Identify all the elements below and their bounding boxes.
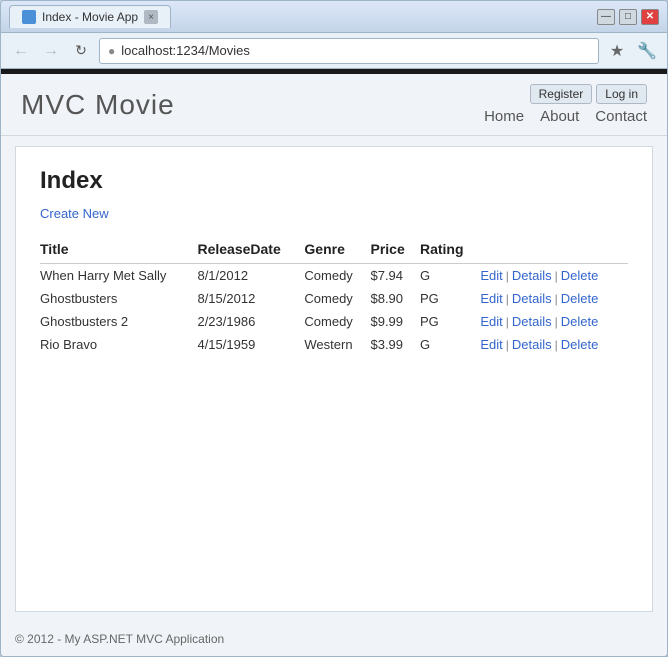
cell-title: When Harry Met Sally <box>40 264 197 288</box>
app-nav-right: Register Log in Home About Contact <box>484 84 647 125</box>
nav-links: Home About Contact <box>484 108 647 125</box>
auth-links: Register Log in <box>530 84 647 104</box>
forward-button[interactable]: → <box>39 39 63 63</box>
cell-release-date: 8/15/2012 <box>197 287 304 310</box>
cell-title: Rio Bravo <box>40 333 197 356</box>
table-row: Ghostbusters 2 2/23/1986 Comedy $9.99 PG… <box>40 310 628 333</box>
cell-price: $9.99 <box>370 310 419 333</box>
col-release-date: ReleaseDate <box>197 237 304 264</box>
window-controls: — □ ✕ <box>597 9 659 25</box>
title-bar-left: Index - Movie App × <box>9 5 171 28</box>
create-new-link[interactable]: Create New <box>40 206 109 221</box>
table-row: Ghostbusters 8/15/2012 Comedy $8.90 PG E… <box>40 287 628 310</box>
cell-release-date: 4/15/1959 <box>197 333 304 356</box>
sep-2: | <box>555 269 558 283</box>
edit-link[interactable]: Edit <box>480 268 502 283</box>
title-bar: Index - Movie App × — □ ✕ <box>1 1 667 33</box>
sep-1: | <box>506 338 509 352</box>
cell-release-date: 8/1/2012 <box>197 264 304 288</box>
cell-genre: Western <box>304 333 370 356</box>
cell-title: Ghostbusters 2 <box>40 310 197 333</box>
delete-link[interactable]: Delete <box>561 291 599 306</box>
col-title: Title <box>40 237 197 264</box>
login-button[interactable]: Log in <box>596 84 647 104</box>
cell-genre: Comedy <box>304 310 370 333</box>
col-price: Price <box>370 237 419 264</box>
url-text: localhost:1234/Movies <box>121 43 250 58</box>
browser-tab[interactable]: Index - Movie App × <box>9 5 171 28</box>
edit-link[interactable]: Edit <box>480 291 502 306</box>
footer: © 2012 - My ASP.NET MVC Application <box>1 622 667 656</box>
edit-link[interactable]: Edit <box>480 314 502 329</box>
tab-favicon <box>22 10 36 24</box>
maximize-button[interactable]: □ <box>619 9 637 25</box>
cell-price: $3.99 <box>370 333 419 356</box>
cell-price: $7.94 <box>370 264 419 288</box>
page-content: MVC Movie Register Log in Home About Con… <box>1 69 667 656</box>
table-header-row: Title ReleaseDate Genre Price Rating <box>40 237 628 264</box>
cell-genre: Comedy <box>304 264 370 288</box>
address-bar: ← → ↻ ● localhost:1234/Movies ★ 🔧 <box>1 33 667 69</box>
cell-actions: Edit | Details | Delete <box>480 310 628 333</box>
details-link[interactable]: Details <box>512 268 552 283</box>
delete-link[interactable]: Delete <box>561 268 599 283</box>
col-genre: Genre <box>304 237 370 264</box>
edit-link[interactable]: Edit <box>480 337 502 352</box>
page-title: Index <box>40 167 628 195</box>
delete-link[interactable]: Delete <box>561 337 599 352</box>
sep-1: | <box>506 269 509 283</box>
register-button[interactable]: Register <box>530 84 593 104</box>
tab-title: Index - Movie App <box>42 10 138 24</box>
nav-contact[interactable]: Contact <box>595 108 647 125</box>
cell-genre: Comedy <box>304 287 370 310</box>
delete-link[interactable]: Delete <box>561 314 599 329</box>
bookmark-button[interactable]: ★ <box>605 39 629 63</box>
details-link[interactable]: Details <box>512 291 552 306</box>
sep-2: | <box>555 338 558 352</box>
sep-2: | <box>555 292 558 306</box>
back-button[interactable]: ← <box>9 39 33 63</box>
col-actions <box>480 237 628 264</box>
footer-text: © 2012 - My ASP.NET MVC Application <box>15 632 224 646</box>
table-row: When Harry Met Sally 8/1/2012 Comedy $7.… <box>40 264 628 288</box>
nav-home[interactable]: Home <box>484 108 524 125</box>
url-security-icon: ● <box>108 44 115 58</box>
tab-close-button[interactable]: × <box>144 10 158 24</box>
cell-rating: G <box>420 333 480 356</box>
cell-actions: Edit | Details | Delete <box>480 287 628 310</box>
cell-release-date: 2/23/1986 <box>197 310 304 333</box>
settings-button[interactable]: 🔧 <box>635 39 659 63</box>
cell-actions: Edit | Details | Delete <box>480 333 628 356</box>
nav-about[interactable]: About <box>540 108 579 125</box>
minimize-button[interactable]: — <box>597 9 615 25</box>
cell-title: Ghostbusters <box>40 287 197 310</box>
cell-actions: Edit | Details | Delete <box>480 264 628 288</box>
sep-1: | <box>506 292 509 306</box>
sep-1: | <box>506 315 509 329</box>
app-nav-bar: MVC Movie Register Log in Home About Con… <box>1 74 667 136</box>
details-link[interactable]: Details <box>512 337 552 352</box>
cell-rating: PG <box>420 310 480 333</box>
close-button[interactable]: ✕ <box>641 9 659 25</box>
app-logo: MVC Movie <box>21 89 175 121</box>
sep-2: | <box>555 315 558 329</box>
main-content: Index Create New Title ReleaseDate Genre… <box>15 146 653 612</box>
cell-rating: PG <box>420 287 480 310</box>
url-bar[interactable]: ● localhost:1234/Movies <box>99 38 599 64</box>
movies-table: Title ReleaseDate Genre Price Rating Whe… <box>40 237 628 356</box>
cell-price: $8.90 <box>370 287 419 310</box>
browser-window: Index - Movie App × — □ ✕ ← → ↻ ● localh… <box>0 0 668 657</box>
cell-rating: G <box>420 264 480 288</box>
table-row: Rio Bravo 4/15/1959 Western $3.99 G Edit… <box>40 333 628 356</box>
col-rating: Rating <box>420 237 480 264</box>
refresh-button[interactable]: ↻ <box>69 39 93 63</box>
details-link[interactable]: Details <box>512 314 552 329</box>
